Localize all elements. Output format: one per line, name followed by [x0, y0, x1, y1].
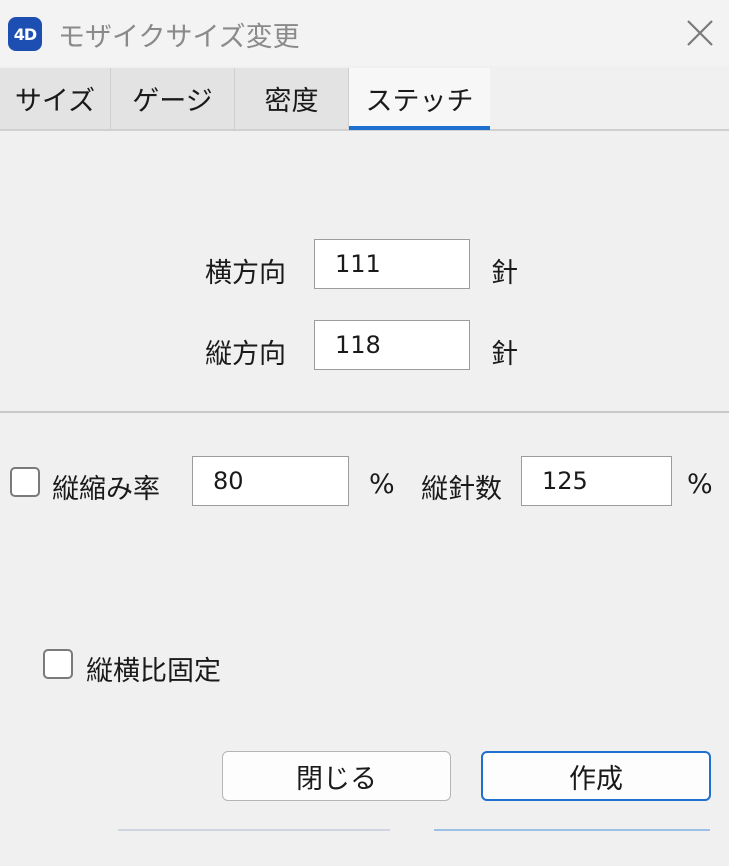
vertical-stitch-input[interactable]: 118	[314, 320, 470, 370]
shrink-rate-unit: %	[369, 469, 395, 500]
tab-density[interactable]: 密度	[235, 68, 349, 129]
shrink-rate-label: 縦縮み率	[52, 474, 160, 505]
window-title: モザイクサイズ変更	[58, 22, 300, 53]
shrink-rate-input[interactable]: 80	[192, 456, 349, 506]
needle-count-label: 縦針数	[421, 474, 502, 505]
tab-stitch[interactable]: ステッチ	[349, 68, 490, 129]
shrink-rate-checkbox[interactable]	[10, 467, 40, 497]
horizontal-stitch-input[interactable]: 111	[314, 239, 470, 289]
tab-size[interactable]: サイズ	[0, 68, 111, 129]
app-icon: 4D	[8, 17, 42, 51]
horizontal-label: 横方向	[205, 258, 286, 289]
aspect-ratio-checkbox[interactable]	[43, 649, 73, 679]
horizontal-unit: 針	[491, 258, 518, 289]
needle-count-input[interactable]: 125	[521, 456, 672, 506]
needle-count-unit: %	[687, 469, 713, 500]
section-divider	[0, 411, 729, 413]
close-button[interactable]: 閉じる	[222, 751, 451, 801]
create-button[interactable]: 作成	[481, 751, 711, 801]
tab-gauge[interactable]: ゲージ	[111, 68, 235, 129]
title-bar: 4D モザイクサイズ変更	[0, 0, 729, 66]
close-window-button[interactable]	[676, 10, 722, 56]
vertical-unit: 針	[491, 339, 518, 370]
scrollbar-track-right	[434, 829, 710, 831]
aspect-ratio-label: 縦横比固定	[86, 656, 221, 687]
scrollbar-track-left	[118, 829, 390, 831]
vertical-label: 縦方向	[205, 339, 286, 370]
active-tab-indicator	[349, 126, 490, 130]
close-icon	[687, 20, 713, 46]
